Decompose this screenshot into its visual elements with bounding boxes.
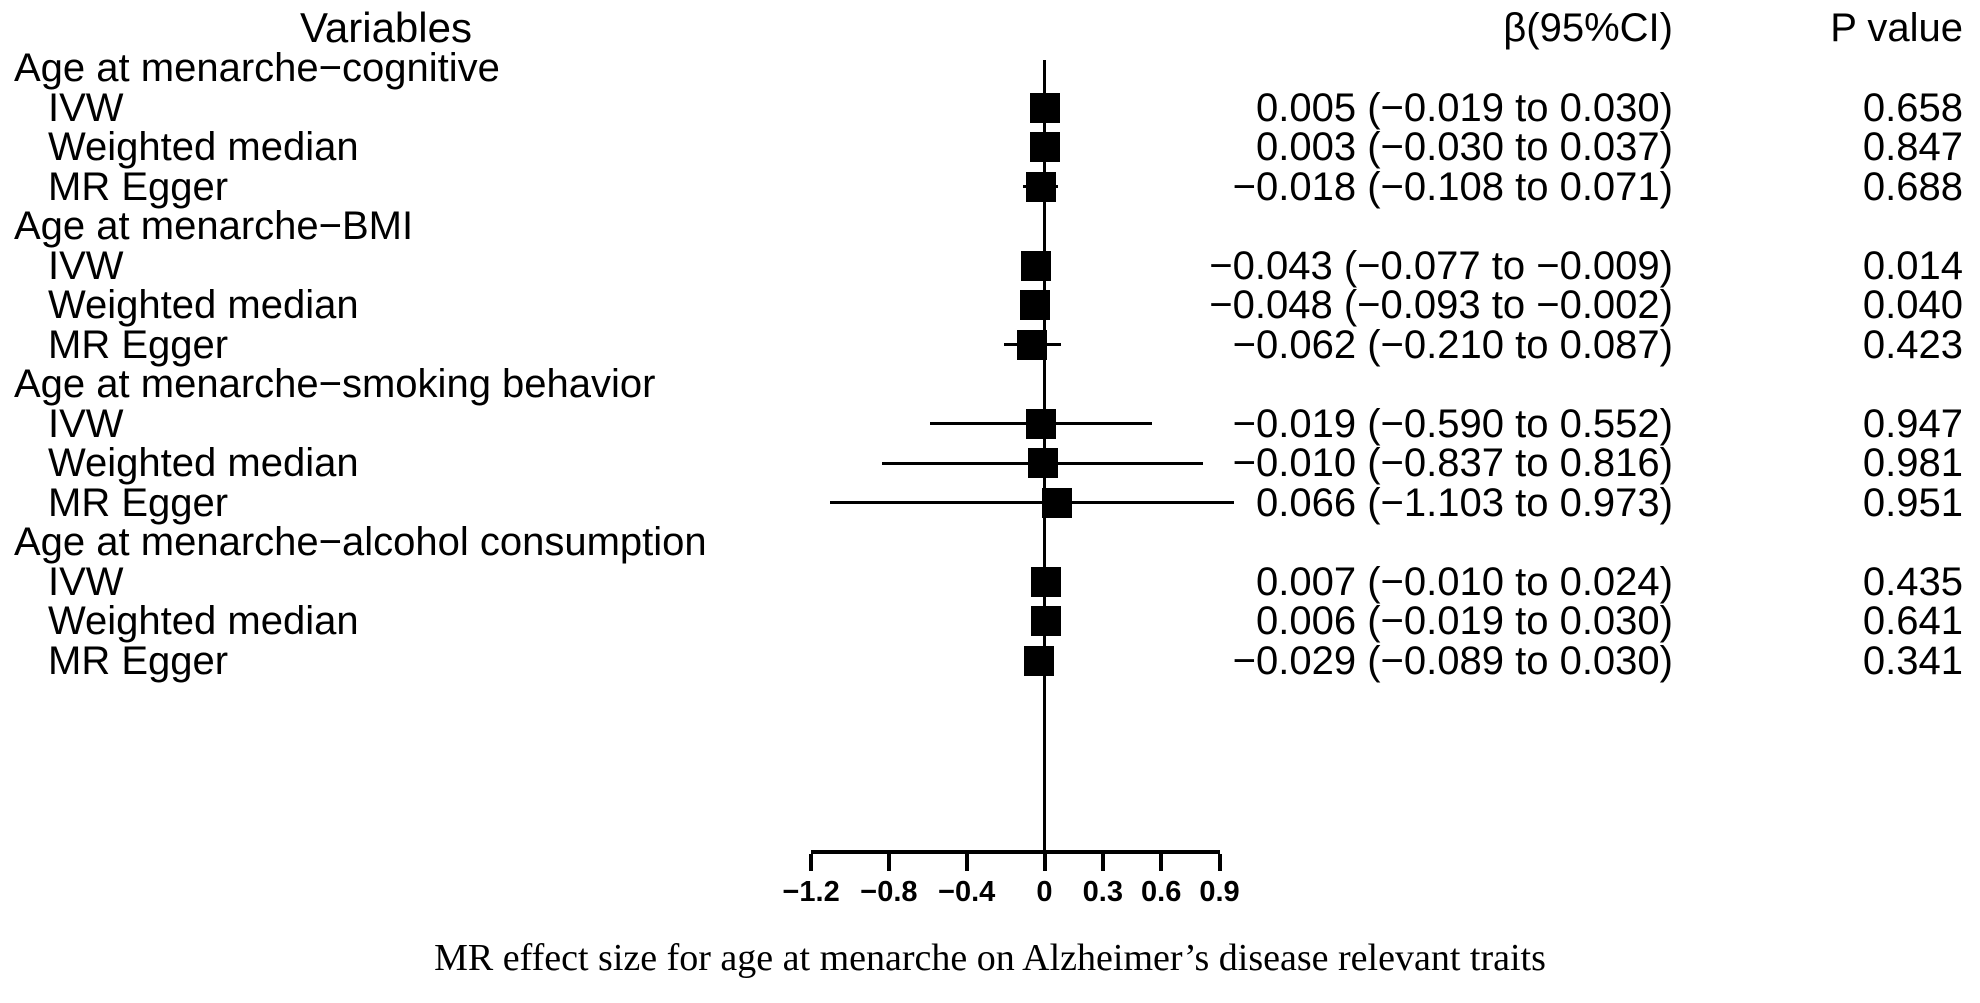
x-axis-tick [1042, 854, 1047, 871]
effect-size-value: 0.066 (−1.103 to 0.973) [1256, 480, 1673, 525]
x-axis-tick [886, 854, 891, 871]
group-label: Age at menarche−cognitive [14, 46, 500, 90]
forest-plot-figure: Variables β(95%CI) P value Age at menarc… [0, 0, 1980, 1003]
point-estimate-marker [1025, 171, 1056, 202]
column-header-p-value: P value [1830, 6, 1963, 50]
method-label: Weighted median [48, 283, 359, 327]
point-estimate-marker [1042, 487, 1073, 518]
confidence-interval-line [1040, 619, 1051, 623]
effect-size-value: −0.048 (−0.093 to −0.002) [1209, 283, 1673, 327]
group-label: Age at menarche−alcohol consumption [14, 520, 707, 564]
x-axis-tick [1217, 854, 1222, 871]
point-estimate-marker [1023, 645, 1054, 676]
effect-size-value: 0.005 (−0.019 to 0.030) [1256, 85, 1673, 130]
confidence-interval-line [1003, 343, 1062, 346]
confidence-interval-line [1027, 659, 1051, 662]
confidence-interval-line [1042, 580, 1050, 583]
method-label: IVW [48, 85, 124, 130]
point-estimate-marker [1027, 448, 1058, 478]
column-header-effect-size: β(95%CI) [1503, 6, 1673, 50]
p-value: 0.951 [1862, 480, 1963, 525]
effect-size-value: −0.018 (−0.108 to 0.071) [1232, 164, 1673, 209]
figure-caption: MR effect size for age at menarche on Al… [434, 937, 1546, 979]
column-header-variables: Variables [300, 4, 472, 51]
p-value: 0.847 [1862, 125, 1963, 169]
p-value: 0.981 [1862, 441, 1963, 485]
method-label: MR Egger [48, 480, 229, 525]
method-label: Weighted median [48, 599, 359, 643]
effect-size-value: 0.003 (−0.030 to 0.037) [1256, 125, 1673, 169]
x-axis-tick [1100, 854, 1105, 871]
method-label: IVW [48, 243, 124, 288]
effect-size-value: −0.043 (−0.077 to −0.009) [1209, 243, 1673, 288]
p-value: 0.423 [1862, 322, 1963, 367]
method-label: Weighted median [48, 441, 359, 485]
confidence-interval-line [1023, 185, 1059, 188]
method-label: Weighted median [48, 125, 359, 169]
x-axis-tick [809, 854, 814, 871]
null-reference-line [1043, 60, 1046, 854]
p-value: 0.658 [1862, 85, 1963, 130]
confidence-interval-line [1038, 145, 1052, 149]
x-axis-tick-label: 0.9 [1199, 876, 1240, 908]
confidence-interval-line [1026, 303, 1045, 307]
confidence-interval-line [1029, 264, 1043, 267]
effect-size-value: −0.019 (−0.590 to 0.552) [1232, 401, 1673, 446]
x-axis-tick [964, 854, 969, 871]
effect-size-value: −0.062 (−0.210 to 0.087) [1232, 322, 1673, 367]
point-estimate-marker [1030, 92, 1061, 123]
p-value: 0.014 [1862, 243, 1963, 288]
confidence-interval-line [829, 501, 1234, 504]
confidence-interval-line [1040, 106, 1051, 109]
method-label: IVW [48, 401, 124, 446]
p-value: 0.947 [1862, 401, 1963, 446]
x-axis-tick [1159, 854, 1164, 871]
effect-size-value: −0.010 (−0.837 to 0.816) [1232, 441, 1673, 485]
point-estimate-marker [1030, 566, 1061, 597]
method-label: MR Egger [48, 322, 229, 367]
point-estimate-marker [1021, 250, 1052, 281]
p-value: 0.641 [1862, 599, 1963, 643]
method-label: IVW [48, 559, 124, 604]
point-estimate-marker [1017, 329, 1048, 360]
group-label: Age at menarche−BMI [14, 204, 414, 248]
point-estimate-marker [1025, 408, 1056, 439]
effect-size-value: 0.007 (−0.010 to 0.024) [1256, 559, 1673, 604]
p-value: 0.688 [1862, 164, 1963, 209]
method-label: MR Egger [48, 638, 229, 683]
p-value: 0.040 [1862, 283, 1963, 327]
p-value: 0.435 [1862, 559, 1963, 604]
group-label: Age at menarche−smoking behavior [14, 362, 656, 406]
method-label: MR Egger [48, 164, 229, 209]
effect-size-value: −0.029 (−0.089 to 0.030) [1232, 638, 1673, 683]
point-estimate-marker [1030, 606, 1061, 636]
effect-size-value: 0.006 (−0.019 to 0.030) [1256, 599, 1673, 643]
point-estimate-marker [1030, 132, 1061, 162]
confidence-interval-line [881, 461, 1204, 465]
point-estimate-marker [1020, 290, 1051, 320]
confidence-interval-line [929, 422, 1152, 425]
p-value: 0.341 [1862, 638, 1963, 683]
